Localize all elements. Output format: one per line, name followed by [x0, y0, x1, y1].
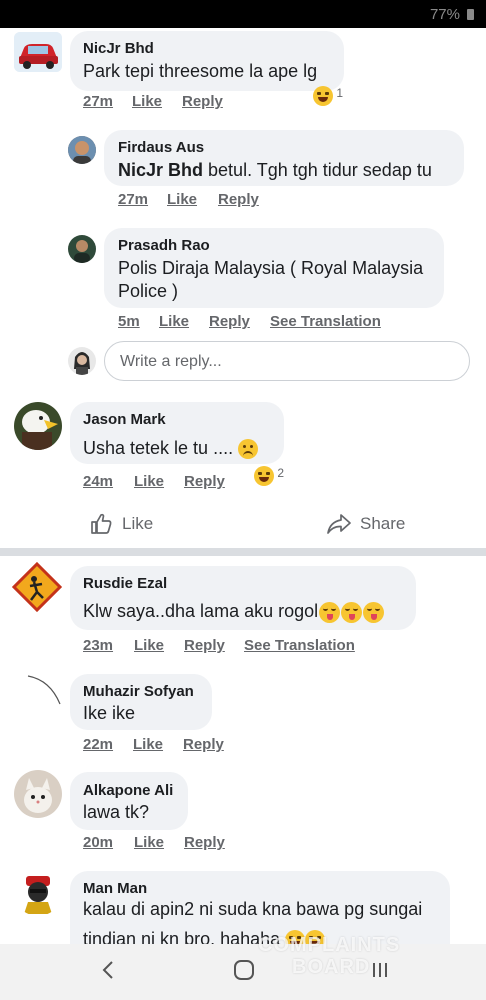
like-link[interactable]: Like: [167, 191, 197, 208]
back-icon[interactable]: [100, 958, 116, 988]
comment-time[interactable]: 27m: [83, 93, 113, 110]
like-link[interactable]: Like: [134, 834, 164, 851]
see-translation-link[interactable]: See Translation: [270, 313, 381, 330]
person-icon: [68, 347, 96, 375]
comment-time[interactable]: 22m: [83, 736, 113, 753]
comment-text: NicJr Bhd betul. Tgh tgh tidur sedap tu: [118, 160, 432, 180]
reply-link[interactable]: Reply: [218, 191, 259, 208]
like-button-label: Like: [122, 514, 154, 533]
reply-link[interactable]: Reply: [184, 637, 225, 654]
comment-text: lawa tk?: [83, 802, 150, 822]
thumbs-up-icon: [91, 513, 112, 534]
avatar[interactable]: [12, 562, 62, 612]
comment-meta: 20m Like Reply: [83, 834, 283, 852]
car-icon: [14, 32, 62, 72]
comment-author[interactable]: Firdaus Aus: [118, 139, 204, 156]
reply-link[interactable]: Reply: [184, 834, 225, 851]
comment-text: Klw saya..dha lama aku rogol: [83, 600, 385, 623]
watermark-line: BOARD: [292, 956, 371, 978]
like-link[interactable]: Like: [132, 93, 162, 110]
comment-time[interactable]: 24m: [83, 473, 113, 490]
comment-meta: 27m Like Reply: [83, 93, 283, 111]
post-action-bar: Like Share: [0, 500, 486, 548]
comment-author[interactable]: Alkapone Ali: [83, 782, 173, 799]
like-link[interactable]: Like: [159, 313, 189, 330]
sad-face-icon: [238, 439, 259, 460]
system-navigation-bar: [0, 944, 486, 1000]
comment-author[interactable]: Jason Mark: [83, 411, 166, 428]
watermark-line: COMPLAINTS: [258, 934, 401, 956]
reply-link[interactable]: Reply: [183, 736, 224, 753]
share-button-label: Share: [360, 514, 406, 533]
yum-face-icon: [341, 601, 363, 623]
post-separator: [0, 548, 486, 556]
abstract-line-icon: [27, 675, 61, 705]
cat-icon: [14, 770, 62, 818]
cartoon-character-icon: [14, 868, 62, 916]
warning-sign-icon: [12, 562, 62, 612]
comment-author[interactable]: Rusdie Ezal: [83, 575, 167, 592]
comment-author[interactable]: Muhazir Sofyan: [83, 683, 194, 700]
reply-link[interactable]: Reply: [182, 93, 223, 110]
comment-author[interactable]: Man Man: [83, 880, 147, 897]
like-link[interactable]: Like: [134, 637, 164, 654]
reaction-summary[interactable]: 1: [313, 86, 343, 106]
yum-face-icon: [319, 601, 341, 623]
mention-link[interactable]: NicJr Bhd: [118, 160, 203, 180]
comment-text: Police ): [118, 281, 179, 301]
like-link[interactable]: Like: [133, 736, 163, 753]
avatar[interactable]: [14, 868, 62, 916]
status-bar: 77%: [0, 0, 486, 28]
comment-time[interactable]: 5m: [118, 313, 140, 330]
reply-input-box[interactable]: [104, 341, 470, 381]
reply-link[interactable]: Reply: [209, 313, 250, 330]
share-icon: [327, 514, 351, 534]
current-user-avatar: [68, 347, 96, 375]
laugh-emoji-icon: [313, 86, 333, 106]
comment-meta: 24m Like Reply: [83, 473, 283, 491]
see-translation-link[interactable]: See Translation: [244, 637, 355, 654]
reaction-summary[interactable]: 2: [254, 466, 284, 486]
comment-text: Polis Diraja Malaysia ( Royal Malaysia: [118, 258, 424, 278]
avatar[interactable]: [14, 672, 62, 720]
reaction-count: 2: [277, 466, 285, 480]
yum-face-icon: [363, 601, 385, 623]
comment-author[interactable]: Prasadh Rao: [118, 237, 210, 254]
avatar[interactable]: [68, 235, 96, 263]
avatar[interactable]: [14, 402, 62, 450]
person-icon: [68, 235, 96, 263]
comment-time[interactable]: 27m: [118, 191, 148, 208]
battery-icon: [467, 9, 474, 20]
comment-meta: 23m Like Reply See Translation: [83, 637, 383, 655]
reply-link[interactable]: Reply: [184, 473, 225, 490]
comment-text: kalau di apin2 ni suda kna bawa pg sunga…: [83, 899, 423, 919]
watermark: COMPLAINTS BOARD: [258, 934, 400, 978]
reply-input[interactable]: [118, 352, 452, 372]
avatar[interactable]: [14, 770, 62, 818]
battery-level: 77%: [429, 6, 460, 23]
comment-meta: 27m Like Reply: [118, 191, 318, 209]
comment-author[interactable]: NicJr Bhd: [83, 40, 154, 57]
comment-meta: 22m Like Reply: [83, 736, 283, 754]
reaction-count: 1: [336, 86, 344, 100]
person-icon: [68, 136, 96, 164]
eagle-icon: [14, 402, 62, 450]
comment-text: Park tepi threesome la ape lg: [83, 61, 318, 81]
avatar[interactable]: [68, 136, 96, 164]
avatar[interactable]: [14, 32, 62, 72]
like-button[interactable]: Like: [90, 512, 153, 536]
comment-text: Usha tetek le tu ....: [83, 437, 259, 460]
share-button[interactable]: Share: [326, 512, 405, 536]
comment-time[interactable]: 20m: [83, 834, 113, 851]
like-link[interactable]: Like: [134, 473, 164, 490]
comment-meta: 5m Like Reply See Translation: [118, 313, 418, 331]
home-icon[interactable]: [233, 958, 255, 988]
comment-time[interactable]: 23m: [83, 637, 113, 654]
comment-text: Ike ike: [83, 703, 136, 723]
laugh-emoji-icon: [254, 466, 274, 486]
